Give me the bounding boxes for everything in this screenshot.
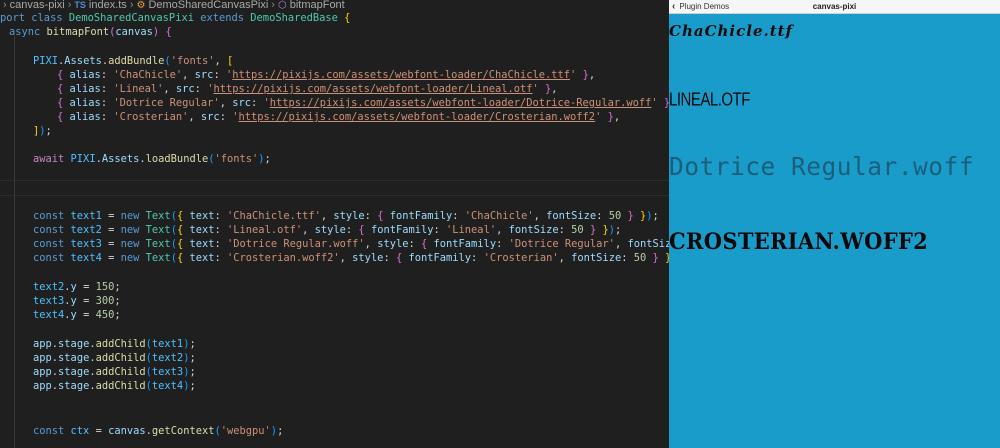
code-line: text2.y = 150; — [33, 281, 121, 293]
breadcrumb-item-file[interactable]: index.ts — [89, 0, 127, 11]
chevron-left-icon: ‹ — [672, 1, 676, 12]
back-button[interactable]: ‹ Plugin Demos — [672, 0, 729, 13]
breadcrumb-separator-icon: › — [129, 0, 134, 11]
code-line: const text3 = new Text({ text: 'Dotrice … — [33, 238, 669, 250]
indent-guide — [14, 36, 15, 448]
code-line: text4.y = 450; — [33, 309, 121, 321]
preview-navigation-bar: canvas-pixi ‹ Plugin Demos — [669, 0, 1000, 14]
breadcrumb-separator-icon: › — [271, 0, 275, 11]
code-line: app.stage.addChild(text2); — [33, 352, 196, 364]
code-line: async bitmapFont(canvas) { — [9, 26, 172, 38]
font-sample-dotrice: Dotrice Regular.woff — [669, 152, 975, 181]
code-line: ]); — [33, 125, 52, 137]
code-line: port class DemoSharedCanvasPixi extends … — [0, 12, 351, 24]
code-line: const text1 = new Text({ text: 'ChaChicl… — [33, 210, 659, 222]
typescript-file-icon: TS — [74, 0, 86, 10]
code-line: { alias: 'Dotrice Regular', src: 'https:… — [57, 97, 669, 109]
code-line: await PIXI.Assets.loadBundle('fonts'); — [33, 153, 271, 165]
code-line: const text2 = new Text({ text: 'Lineal.o… — [33, 224, 622, 236]
code-line: { alias: 'ChaChicle', src: 'https://pixi… — [57, 69, 596, 81]
code-line: app.stage.addChild(text3); — [33, 366, 196, 378]
code-line: { alias: 'Lineal', src: 'https://pixijs.… — [57, 83, 558, 95]
code-line: const text4 = new Text({ text: 'Crosteri… — [33, 252, 669, 264]
method-icon: ⬡ — [277, 0, 287, 11]
breadcrumb-item-method[interactable]: bitmapFont — [290, 0, 345, 11]
code-line: text3.y = 300; — [33, 295, 121, 307]
code-line: PIXI.Assets.addBundle('fonts', [ — [33, 55, 234, 67]
code-line: app.stage.addChild(text4); — [33, 380, 196, 392]
code-line: app.stage.addChild(text1); — [33, 338, 196, 350]
breadcrumb-chevron-icon: › — [3, 0, 7, 11]
font-sample-chachicle: ChaChicle.ttf — [669, 22, 794, 40]
back-button-label: Plugin Demos — [679, 2, 730, 11]
app-preview-panel: canvas-pixi ‹ Plugin Demos ChaChicle.ttf … — [669, 0, 1000, 448]
code-line: const ctx = canvas.getContext('webgpu'); — [33, 425, 284, 437]
breadcrumb-item-folder[interactable]: canvas-pixi — [10, 0, 65, 11]
current-line-highlight — [0, 180, 669, 196]
breadcrumb-separator-icon: › — [67, 0, 72, 11]
font-sample-lineal: LINEAL.OTF — [669, 90, 750, 111]
code-editor[interactable]: › canvas-pixi › TS index.ts › ⚙ DemoSharedCanva… — [0, 0, 669, 448]
font-sample-crosterian: CROSTERIAN.WOFF2 — [669, 228, 929, 255]
code-line: { alias: 'Crosterian', src: 'https://pix… — [57, 111, 621, 123]
breadcrumb-item-class[interactable]: DemoSharedCanvasPixi — [148, 0, 268, 11]
class-icon: ⚙ — [136, 0, 146, 11]
